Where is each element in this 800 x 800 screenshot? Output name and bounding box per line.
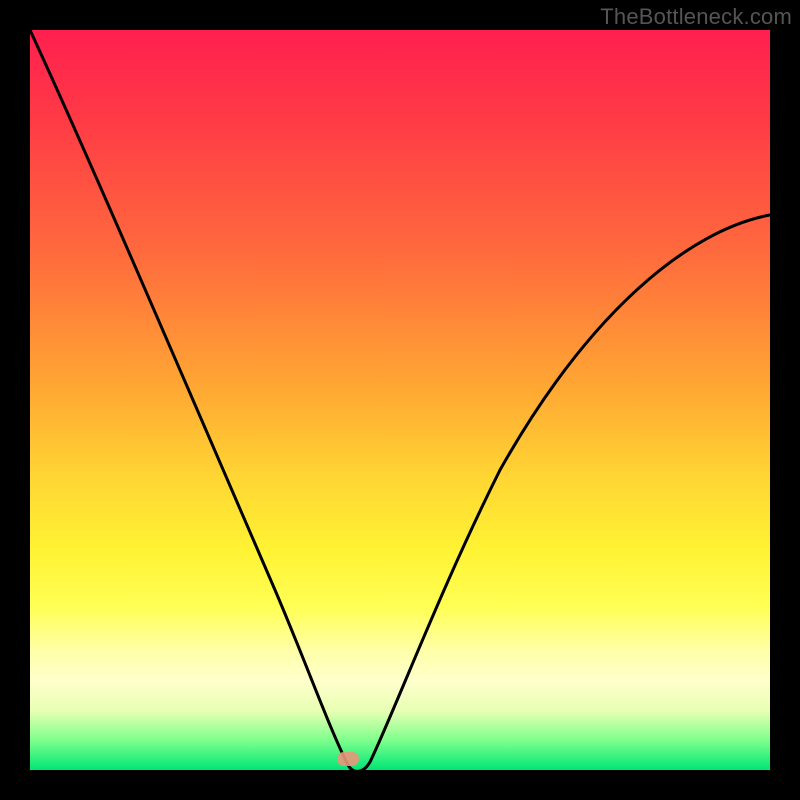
curve-svg: [30, 30, 770, 770]
chart-frame: TheBottleneck.com: [0, 0, 800, 800]
dip-marker: [337, 752, 359, 766]
attribution-label: TheBottleneck.com: [600, 4, 792, 30]
plot-area: [30, 30, 770, 770]
bottleneck-curve-path: [30, 30, 770, 770]
